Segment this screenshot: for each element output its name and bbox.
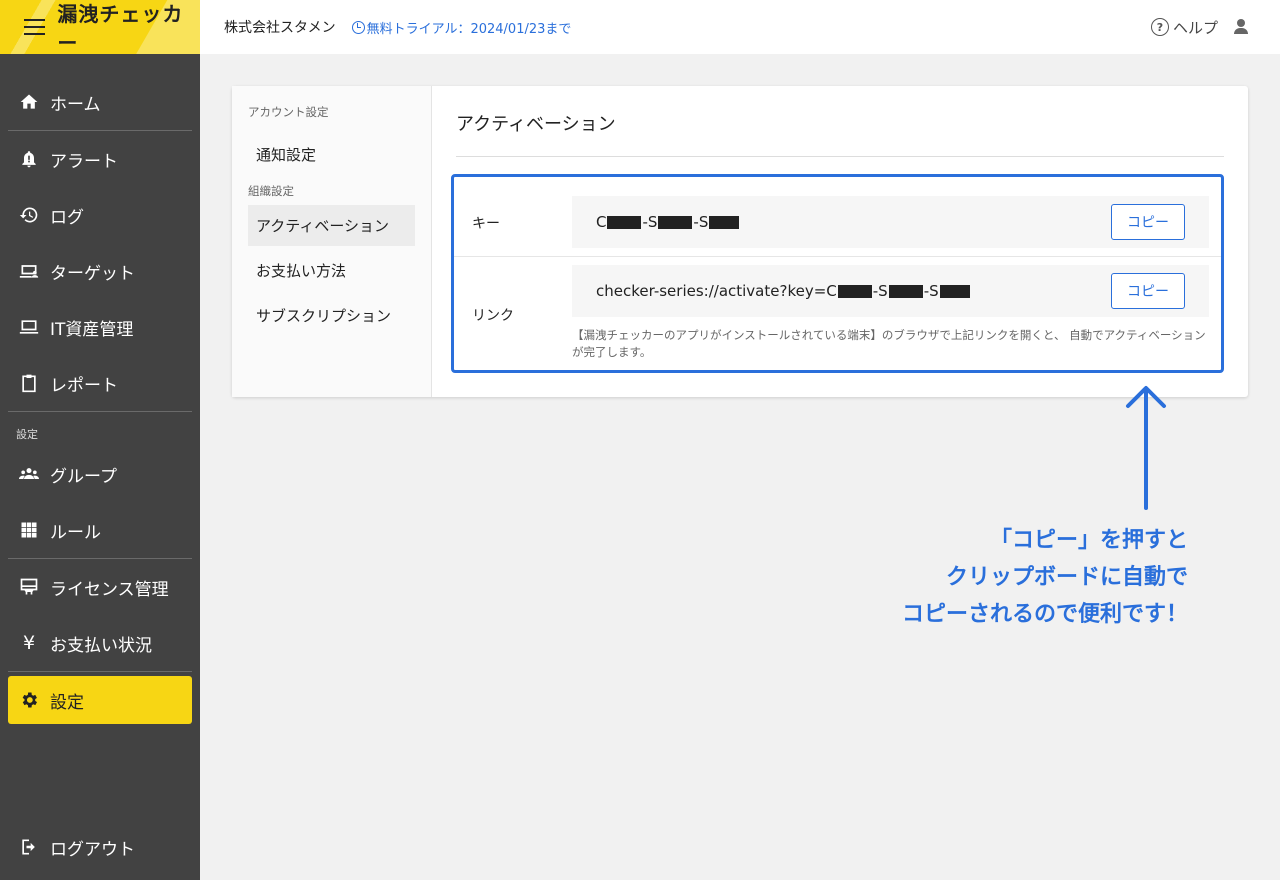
brand-title: 漏洩チェッカー xyxy=(57,2,184,54)
clipboard-icon xyxy=(18,372,40,394)
key-label: キー xyxy=(472,216,500,232)
sidebar-item-label: ホーム xyxy=(50,94,101,115)
subnav-item-notification[interactable]: 通知設定 xyxy=(248,134,415,175)
subnav-section-org: 組織設定 xyxy=(248,184,294,198)
redacted-block xyxy=(607,215,642,229)
sidebar-item-payment-status[interactable]: ¥ お支払い状況 xyxy=(0,615,200,671)
user-icon[interactable] xyxy=(1232,18,1250,36)
activation-content: アクティベーション キー C -S -S コピー リンク checker-serie… xyxy=(432,86,1248,397)
redacted-block xyxy=(658,215,693,229)
sidebar-item-settings[interactable]: 設定 xyxy=(8,676,192,724)
sidebar-item-rule[interactable]: ルール xyxy=(0,502,200,558)
help-link[interactable]: ヘルプ xyxy=(1173,17,1218,38)
copy-key-button[interactable]: コピー xyxy=(1111,204,1185,240)
grid-icon xyxy=(18,519,40,541)
key-row: キー C -S -S コピー xyxy=(454,177,1221,257)
clock-icon xyxy=(351,20,365,34)
sidebar-item-label: 設定 xyxy=(50,692,84,713)
annotation-line-1: 「コピー」を押すと xyxy=(989,528,1188,553)
redacted-block xyxy=(837,284,872,298)
sidebar-item-target[interactable]: ターゲット xyxy=(0,243,200,299)
logout-icon xyxy=(18,836,40,858)
activation-note: 【漏洩チェッカーのアプリがインストールされている端末】のブラウザで上記リンクを開… xyxy=(572,328,1206,359)
page-title: アクティベーション xyxy=(456,110,1224,157)
gear-icon xyxy=(18,689,40,711)
company-name: 株式会社スタメン xyxy=(224,20,336,36)
sidebar-item-home[interactable]: ホーム xyxy=(0,74,200,130)
home-icon xyxy=(18,91,40,113)
sidebar-item-label: ログ xyxy=(50,207,84,228)
header-actions: ? ヘルプ xyxy=(1150,0,1250,54)
sidebar-item-label: ターゲット xyxy=(50,263,135,284)
trial-link[interactable]: 無料トライアル：2024/01/23まで xyxy=(351,18,572,37)
sidebar-item-logout[interactable]: ログアウト xyxy=(0,819,200,875)
sidebar-item-log[interactable]: ログ xyxy=(0,187,200,243)
sidebar-item-label: IT資産管理 xyxy=(50,319,134,340)
top-header: 株式会社スタメン 無料トライアル：2024/01/23まで ? ヘルプ xyxy=(200,0,1280,54)
alert-icon xyxy=(18,148,40,170)
sidebar-item-label: グループ xyxy=(50,466,117,487)
menu-icon[interactable] xyxy=(24,19,46,35)
group-icon xyxy=(18,463,40,485)
laptop-user-icon xyxy=(18,260,40,282)
key-value: C -S -S コピー xyxy=(572,196,1209,248)
link-label: リンク xyxy=(472,308,514,324)
link-value: checker-series://activate?key=C -S -S コピー xyxy=(572,265,1209,317)
sidebar-section-settings: 設定 xyxy=(16,428,38,441)
annotation-arrow-icon xyxy=(1126,386,1166,510)
sidebar-item-label: レポート xyxy=(50,375,118,396)
settings-card: アカウント設定 通知設定 組織設定 アクティベーション お支払い方法 サブスクリ… xyxy=(232,86,1248,397)
brand-bar: 漏洩チェッカー xyxy=(0,0,200,54)
sidebar-item-group[interactable]: グループ xyxy=(0,446,200,502)
trial-text: 無料トライアル：2024/01/23まで xyxy=(366,21,572,37)
sidebar-item-label: ログアウト xyxy=(50,839,135,860)
copy-link-button[interactable]: コピー xyxy=(1111,273,1185,309)
subnav-item-subscription[interactable]: サブスクリプション xyxy=(248,295,415,336)
redacted-block xyxy=(709,215,740,229)
link-row: リンク checker-series://activate?key=C -S -S … xyxy=(454,257,1221,372)
sidebar-item-alert[interactable]: アラート xyxy=(0,131,200,187)
annotation-line-2: クリップボードに自動で xyxy=(945,565,1188,590)
license-icon xyxy=(18,576,40,598)
sidebar: 漏洩チェッカー ホーム アラート ログ ターゲット IT資産管理 レポート 設定… xyxy=(0,0,200,880)
annotation-line-3: コピーされるので便利です！ xyxy=(901,602,1188,627)
redacted-block xyxy=(939,284,970,298)
activation-highlight-box: キー C -S -S コピー リンク checker-series://activa… xyxy=(451,174,1224,373)
sidebar-item-license[interactable]: ライセンス管理 xyxy=(0,559,200,615)
sidebar-item-report[interactable]: レポート xyxy=(0,355,200,411)
sidebar-item-it-assets[interactable]: IT資産管理 xyxy=(0,299,200,355)
sidebar-item-label: ライセンス管理 xyxy=(50,579,169,600)
subnav-item-activation[interactable]: アクティベーション xyxy=(248,205,415,246)
laptop-icon xyxy=(18,316,40,338)
annotation-text: 「コピー」を押すと クリップボードに自動で コピーされるので便利です！ xyxy=(902,522,1188,633)
subnav-section-account: アカウント設定 xyxy=(248,105,329,119)
sidebar-item-label: お支払い状況 xyxy=(50,635,152,656)
subnav-item-payment-method[interactable]: お支払い方法 xyxy=(248,250,415,291)
sidebar-item-label: アラート xyxy=(50,151,118,172)
yen-icon: ¥ xyxy=(22,632,36,654)
history-icon xyxy=(18,204,40,226)
sidebar-item-label: ルール xyxy=(50,522,101,543)
divider xyxy=(8,671,192,672)
help-icon[interactable]: ? xyxy=(1150,18,1169,36)
settings-subnav: アカウント設定 通知設定 組織設定 アクティベーション お支払い方法 サブスクリ… xyxy=(232,86,432,397)
redacted-block xyxy=(888,284,923,298)
